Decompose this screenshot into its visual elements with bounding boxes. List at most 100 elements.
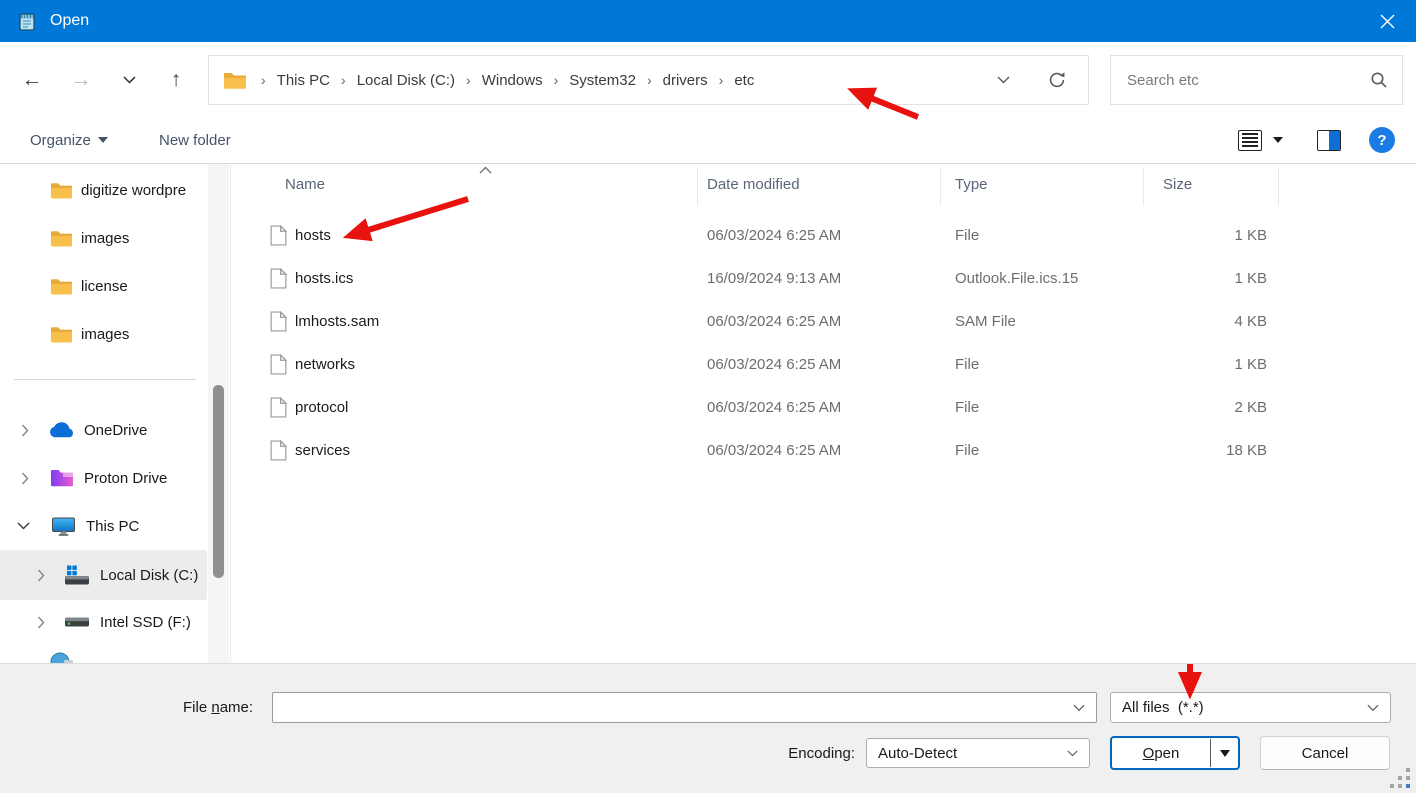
column-header-type[interactable]: Type bbox=[955, 176, 988, 193]
sidebar-item-partially-visible[interactable] bbox=[0, 646, 207, 663]
file-icon bbox=[270, 354, 287, 375]
sidebar-item-license[interactable]: license bbox=[0, 265, 207, 307]
new-folder-button[interactable]: New folder bbox=[159, 117, 231, 163]
column-header-size[interactable]: Size bbox=[1163, 176, 1192, 193]
chevron-right-icon[interactable] bbox=[18, 423, 32, 437]
column-divider[interactable] bbox=[1143, 168, 1144, 206]
back-button[interactable]: ← bbox=[17, 64, 47, 96]
chevron-right-icon[interactable] bbox=[34, 568, 48, 582]
sidebar-scrollbar-thumb[interactable] bbox=[213, 385, 224, 578]
breadcrumb-separator: › bbox=[554, 72, 559, 88]
open-button[interactable]: Open bbox=[1112, 738, 1210, 768]
sidebar-item-label: license bbox=[81, 278, 128, 295]
address-bar[interactable]: › This PC › Local Disk (C:) › Windows › … bbox=[208, 55, 1089, 105]
sidebar-item-onedrive[interactable]: OneDrive bbox=[0, 409, 207, 451]
column-headers: Name Date modified Type Size bbox=[232, 164, 1416, 210]
breadcrumb-this-pc[interactable]: This PC bbox=[276, 70, 331, 91]
open-dropdown-arrow[interactable] bbox=[1211, 738, 1238, 768]
breadcrumb-windows[interactable]: Windows bbox=[481, 70, 544, 91]
network-icon bbox=[50, 652, 74, 663]
close-button[interactable] bbox=[1358, 0, 1416, 42]
column-header-date-modified[interactable]: Date modified bbox=[707, 176, 800, 193]
file-icon bbox=[270, 225, 287, 246]
forward-button[interactable]: → bbox=[66, 64, 96, 96]
file-type: Outlook.File.ics.15 bbox=[955, 270, 1078, 287]
command-toolbar: Organize New folder ? bbox=[0, 117, 1416, 164]
sidebar-item-digitize-wordpress[interactable]: digitize wordpre bbox=[0, 169, 207, 211]
preview-pane-button[interactable] bbox=[1317, 117, 1341, 163]
organize-button[interactable]: Organize bbox=[30, 117, 108, 163]
file-row-lmhosts-sam[interactable]: lmhosts.sam 06/03/2024 6:25 AM SAM File … bbox=[232, 302, 1416, 345]
sidebar-item-this-pc[interactable]: This PC bbox=[0, 505, 207, 547]
sidebar-item-intel-ssd-f[interactable]: Intel SSD (F:) bbox=[0, 601, 207, 643]
breadcrumb-local-disk-c[interactable]: Local Disk (C:) bbox=[356, 70, 456, 91]
encoding-dropdown[interactable]: Auto-Detect bbox=[866, 738, 1090, 768]
recent-locations-chevron-icon[interactable] bbox=[114, 64, 144, 96]
sidebar-item-label: images bbox=[81, 326, 129, 343]
column-divider[interactable] bbox=[1278, 168, 1279, 206]
chevron-down-icon[interactable] bbox=[16, 519, 30, 533]
column-divider[interactable] bbox=[697, 168, 698, 206]
refresh-icon[interactable] bbox=[1048, 71, 1066, 89]
file-type: File bbox=[955, 356, 979, 373]
breadcrumb-drivers[interactable]: drivers bbox=[662, 70, 709, 91]
sidebar-item-proton-drive[interactable]: Proton Drive bbox=[0, 457, 207, 499]
view-options-caret[interactable] bbox=[1273, 117, 1283, 163]
file-row-networks[interactable]: networks 06/03/2024 6:25 AM File 1 KB bbox=[232, 345, 1416, 388]
file-row-hosts[interactable]: hosts 06/03/2024 6:25 AM File 1 KB bbox=[232, 216, 1416, 259]
address-dropdown-chevron-icon[interactable] bbox=[997, 76, 1010, 84]
file-name: networks bbox=[295, 356, 355, 373]
file-row-services[interactable]: services 06/03/2024 6:25 AM File 18 KB bbox=[232, 431, 1416, 474]
cancel-label: Cancel bbox=[1302, 745, 1349, 762]
breadcrumb-separator: › bbox=[261, 72, 266, 88]
sidebar-item-local-disk-c[interactable]: Local Disk (C:) bbox=[0, 550, 207, 600]
search-icon[interactable] bbox=[1370, 71, 1388, 89]
folder-icon bbox=[50, 277, 73, 296]
open-split-button[interactable]: Open bbox=[1110, 736, 1240, 770]
file-name-field[interactable] bbox=[272, 692, 1097, 723]
up-button[interactable]: ↑ bbox=[161, 64, 191, 96]
help-button[interactable]: ? bbox=[1369, 117, 1395, 163]
cancel-button[interactable]: Cancel bbox=[1260, 736, 1390, 770]
file-row-protocol[interactable]: protocol 06/03/2024 6:25 AM File 2 KB bbox=[232, 388, 1416, 431]
file-name-input[interactable] bbox=[273, 693, 1073, 722]
column-divider[interactable] bbox=[940, 168, 941, 206]
file-size: 2 KB bbox=[1092, 399, 1267, 416]
file-type-value: All files (*.*) bbox=[1111, 699, 1367, 716]
search-box[interactable] bbox=[1110, 55, 1403, 105]
dialog-footer: File name: All files (*.*) Encoding: Aut… bbox=[0, 663, 1416, 793]
list-view-icon bbox=[1238, 130, 1262, 151]
sidebar-item-label: Local Disk (C:) bbox=[100, 567, 198, 584]
file-date: 06/03/2024 6:25 AM bbox=[707, 442, 841, 459]
chevron-right-icon[interactable] bbox=[18, 471, 32, 485]
sidebar-item-label: images bbox=[81, 230, 129, 247]
close-icon bbox=[1380, 14, 1395, 29]
file-size: 1 KB bbox=[1092, 356, 1267, 373]
resize-grip[interactable] bbox=[1390, 768, 1410, 788]
sidebar-item-images[interactable]: images bbox=[0, 217, 207, 259]
file-date: 06/03/2024 6:25 AM bbox=[707, 227, 841, 244]
windows-drive-icon bbox=[64, 565, 90, 586]
file-type-dropdown[interactable]: All files (*.*) bbox=[1110, 692, 1391, 723]
breadcrumb-etc[interactable]: etc bbox=[733, 70, 755, 91]
sidebar-item-label: digitize wordpre bbox=[81, 182, 207, 199]
file-name-dropdown-chevron-icon[interactable] bbox=[1073, 704, 1096, 712]
sidebar-item-images-2[interactable]: images bbox=[0, 313, 207, 355]
sidebar-scrollbar[interactable] bbox=[208, 164, 229, 663]
breadcrumb-system32[interactable]: System32 bbox=[568, 70, 637, 91]
file-icon bbox=[270, 440, 287, 461]
column-header-name[interactable]: Name bbox=[285, 176, 325, 193]
organize-label: Organize bbox=[30, 132, 91, 149]
new-folder-label: New folder bbox=[159, 132, 231, 149]
chevron-right-icon[interactable] bbox=[34, 615, 48, 629]
file-name: hosts bbox=[295, 227, 331, 244]
search-input[interactable] bbox=[1127, 72, 1370, 89]
folder-icon bbox=[223, 71, 247, 90]
file-row-hosts-ics[interactable]: hosts.ics 16/09/2024 9:13 AM Outlook.Fil… bbox=[232, 259, 1416, 302]
file-icon bbox=[270, 397, 287, 418]
file-name: protocol bbox=[295, 399, 348, 416]
file-size: 1 KB bbox=[1092, 270, 1267, 287]
sidebar-item-label: OneDrive bbox=[84, 422, 147, 439]
change-view-button[interactable] bbox=[1238, 117, 1262, 163]
navigation-bar: ← → ↑ › This PC › Local Disk (C:) › Wind… bbox=[0, 42, 1416, 117]
